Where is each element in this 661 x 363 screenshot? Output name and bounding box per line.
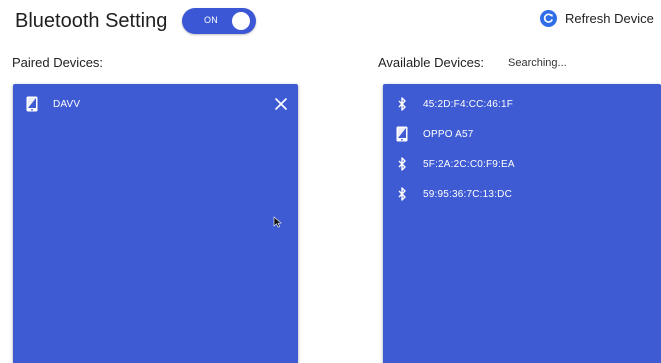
refresh-device-button[interactable]: Refresh Device [540,7,654,29]
device-name: 59:95:36:7C:13:DC [423,188,513,200]
phone-icon [25,96,39,112]
device-name: 5F:2A:2C:C0:F9:EA [423,158,515,170]
paired-device-item[interactable]: DAVV [13,92,298,116]
mouse-cursor-icon [273,216,282,228]
paired-devices-list: DAVV [13,84,298,363]
refresh-label: Refresh Device [565,10,654,26]
toggle-knob [232,12,250,30]
toggle-label: ON [204,15,219,25]
device-name: 45:2D:F4:CC:46:1F [423,98,514,110]
available-devices-list: 45:2D:F4:CC:46:1F OPPO A57 5F:2A:2C:C0:F… [383,84,661,363]
bluetooth-icon [395,186,409,202]
available-device-item[interactable]: OPPO A57 [383,122,661,146]
bluetooth-toggle[interactable]: ON [182,8,256,34]
search-status: Searching... [508,57,567,69]
available-devices-label: Available Devices: [378,55,484,70]
device-name: OPPO A57 [423,128,474,140]
available-device-item[interactable]: 59:95:36:7C:13:DC [383,182,661,206]
paired-devices-label: Paired Devices: [12,55,104,70]
refresh-icon [540,9,557,27]
close-icon[interactable] [274,97,288,111]
bluetooth-settings-page: Bluetooth Setting ON Refresh Device Pair… [0,0,661,363]
bluetooth-icon [395,96,409,112]
available-device-item[interactable]: 5F:2A:2C:C0:F9:EA [383,152,661,176]
bluetooth-icon [395,156,409,172]
page-title: Bluetooth Setting [15,10,168,32]
available-device-item[interactable]: 45:2D:F4:CC:46:1F [383,92,661,116]
phone-icon [395,126,409,142]
device-name: DAVV [53,98,81,110]
